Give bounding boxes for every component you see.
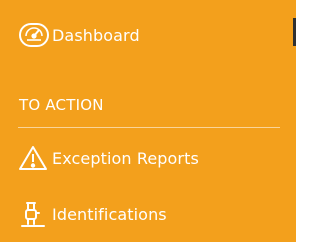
divider xyxy=(18,127,280,128)
scrollbar-thumb[interactable] xyxy=(293,18,296,46)
sidebar: Dashboard TO ACTION Exception Reports Id… xyxy=(0,0,296,242)
nav-item-identifications[interactable]: Identifications xyxy=(18,198,167,230)
nav-item-label: Dashboard xyxy=(52,25,140,45)
speedometer-icon xyxy=(18,19,52,51)
warning-triangle-icon xyxy=(18,142,52,174)
wristband-watch-icon xyxy=(18,198,52,230)
nav-item-exception-reports[interactable]: Exception Reports xyxy=(18,142,199,174)
section-title: TO ACTION xyxy=(19,96,104,114)
nav-item-label: Exception Reports xyxy=(52,148,199,168)
nav-item-label: Identifications xyxy=(52,204,167,224)
nav-item-dashboard[interactable]: Dashboard xyxy=(18,19,140,51)
